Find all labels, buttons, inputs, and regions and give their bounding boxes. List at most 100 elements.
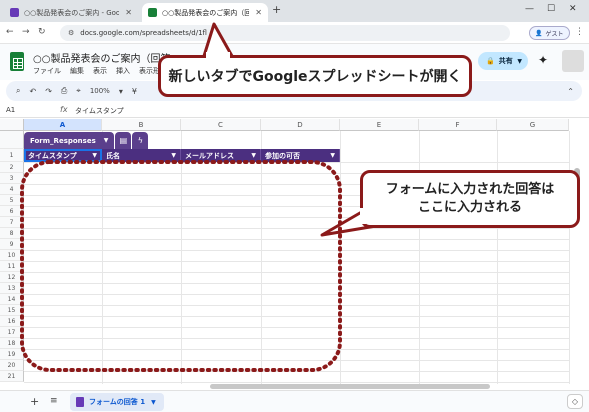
- chevron-down-icon[interactable]: ▼: [330, 152, 335, 159]
- currency-icon[interactable]: ¥: [132, 87, 137, 96]
- add-sheet-icon[interactable]: +: [30, 395, 39, 408]
- row-header[interactable]: 10: [0, 250, 24, 261]
- new-tab-button[interactable]: +: [272, 3, 281, 16]
- chevron-down-icon[interactable]: ▾: [119, 87, 123, 96]
- row-header[interactable]: 15: [0, 305, 24, 316]
- chevron-down-icon[interactable]: ▼: [517, 58, 522, 65]
- callout-responses-area: フォームに入力された回答は ここに入力される: [360, 170, 580, 228]
- column-header-b[interactable]: B: [102, 119, 181, 131]
- menu-edit[interactable]: 編集: [70, 66, 84, 76]
- select-all-corner[interactable]: [0, 119, 24, 131]
- tab-sheets[interactable]: ○○製品発表会のご案内（回答 ✕: [142, 3, 268, 22]
- row-header[interactable]: 19: [0, 349, 24, 360]
- column-header-a[interactable]: A: [24, 119, 102, 131]
- grid-row-line: [24, 228, 569, 229]
- gemini-icon[interactable]: ✦: [538, 53, 548, 67]
- print-icon[interactable]: ⎙: [61, 86, 67, 96]
- callout-line-1: フォームに入力された回答は: [385, 182, 555, 198]
- table-header-attendance[interactable]: 参加の可否 ▼: [261, 149, 340, 162]
- reload-icon[interactable]: ↻: [38, 27, 46, 37]
- sheets-logo-icon[interactable]: [10, 52, 24, 71]
- row-header[interactable]: 3: [0, 173, 24, 184]
- forward-icon[interactable]: →: [22, 27, 30, 37]
- document-title[interactable]: ○○製品発表会のご案内（回答: [33, 50, 170, 65]
- sheet-tab-form-responses[interactable]: フォームの回答 1 ▼: [70, 393, 164, 411]
- grid-row-line: [24, 338, 569, 339]
- maximize-icon[interactable]: ☐: [547, 4, 555, 14]
- header-label: タイムスタンプ: [28, 151, 77, 160]
- chevron-down-icon[interactable]: ▼: [171, 152, 176, 159]
- row-header[interactable]: 2: [0, 162, 24, 173]
- browser-menu-icon[interactable]: ⋮: [575, 27, 584, 37]
- undo-icon[interactable]: ↶: [29, 87, 36, 96]
- guest-profile-button[interactable]: 👤 ゲスト: [529, 26, 570, 40]
- close-icon[interactable]: ✕: [125, 8, 132, 17]
- chevron-down-icon[interactable]: ▼: [92, 152, 97, 159]
- grid-row-line: [24, 360, 569, 361]
- column-header-c[interactable]: C: [181, 119, 261, 131]
- row-header[interactable]: 4: [0, 184, 24, 195]
- site-info-icon[interactable]: ⚙: [68, 29, 74, 37]
- table-header-email[interactable]: メールアドレス ▼: [181, 149, 261, 162]
- table-header-timestamp[interactable]: タイムスタンプ ▼: [24, 149, 102, 162]
- column-header-f[interactable]: F: [419, 119, 497, 131]
- chevron-down-icon[interactable]: ▼: [251, 152, 256, 159]
- row-header[interactable]: 11: [0, 261, 24, 272]
- url-bar[interactable]: ⚙ docs.google.com/spreadsheets/d/1fl: [60, 25, 510, 41]
- paint-format-icon[interactable]: ⌖: [76, 86, 81, 96]
- menu-insert[interactable]: 挿入: [116, 66, 130, 76]
- row-header[interactable]: 21: [0, 371, 24, 382]
- automation-icon[interactable]: ϟ: [132, 132, 149, 149]
- formula-input[interactable]: タイムスタンプ: [75, 106, 124, 116]
- column-header-e[interactable]: E: [340, 119, 419, 131]
- close-icon[interactable]: ✕: [255, 8, 262, 17]
- browser-tab-strip: ○○製品発表会のご案内 - Goog ✕ ○○製品発表会のご案内（回答 ✕ + …: [0, 0, 589, 22]
- grid-row-line: [24, 316, 569, 317]
- back-icon[interactable]: ←: [6, 27, 14, 37]
- menu-file[interactable]: ファイル: [33, 66, 61, 76]
- redo-icon[interactable]: ↷: [45, 87, 52, 96]
- sheets-icon: [148, 8, 157, 17]
- forms-link-icon[interactable]: ▤: [115, 132, 132, 149]
- row-header[interactable]: 7: [0, 217, 24, 228]
- grid-row-line: [24, 305, 569, 306]
- share-button[interactable]: 🔒 共有 ▼: [478, 52, 528, 70]
- row-header[interactable]: 1: [0, 149, 24, 162]
- column-header-g[interactable]: G: [497, 119, 569, 131]
- row-header[interactable]: 18: [0, 338, 24, 349]
- zoom-select[interactable]: 100%: [90, 87, 110, 95]
- minimize-icon[interactable]: —: [525, 4, 534, 14]
- row-header[interactable]: 5: [0, 195, 24, 206]
- row-header[interactable]: 14: [0, 294, 24, 305]
- share-label: 共有: [498, 57, 513, 65]
- row-header-spacer: [0, 131, 24, 149]
- table-name-button[interactable]: Form_Responses ▼: [24, 132, 115, 149]
- collapse-toolbar-icon[interactable]: ⌃: [567, 87, 574, 96]
- avatar[interactable]: [562, 50, 584, 72]
- row-header[interactable]: 20: [0, 360, 24, 371]
- all-sheets-icon[interactable]: ≡: [50, 396, 58, 406]
- row-header[interactable]: 17: [0, 327, 24, 338]
- sheet-tab-label: フォームの回答 1: [89, 398, 146, 406]
- grid-col-line: [569, 131, 570, 384]
- grid-row-line: [24, 371, 569, 372]
- chevron-down-icon[interactable]: ▼: [151, 399, 156, 406]
- row-header[interactable]: 6: [0, 206, 24, 217]
- horizontal-scrollbar[interactable]: [210, 384, 490, 389]
- table-header-name[interactable]: 氏名 ▼: [102, 149, 181, 162]
- explore-icon[interactable]: ◇: [567, 394, 583, 409]
- row-header[interactable]: 8: [0, 228, 24, 239]
- guest-label: ゲスト: [545, 30, 564, 38]
- row-header[interactable]: 16: [0, 316, 24, 327]
- spreadsheet-grid[interactable]: A B C D E F G 1 2 3 4 5 6 7 8 9 10 11 12 13 14 15 16 17 1…: [0, 119, 589, 384]
- close-window-icon[interactable]: ✕: [569, 4, 577, 14]
- row-header[interactable]: 9: [0, 239, 24, 250]
- row-header[interactable]: 13: [0, 283, 24, 294]
- search-icon[interactable]: ⌕: [16, 86, 20, 96]
- tab-forms[interactable]: ○○製品発表会のご案内 - Goog ✕: [4, 3, 138, 22]
- menu-format[interactable]: 表示形: [139, 66, 160, 76]
- menu-view[interactable]: 表示: [93, 66, 107, 76]
- name-box[interactable]: A1: [6, 106, 46, 114]
- row-header[interactable]: 12: [0, 272, 24, 283]
- column-header-d[interactable]: D: [261, 119, 340, 131]
